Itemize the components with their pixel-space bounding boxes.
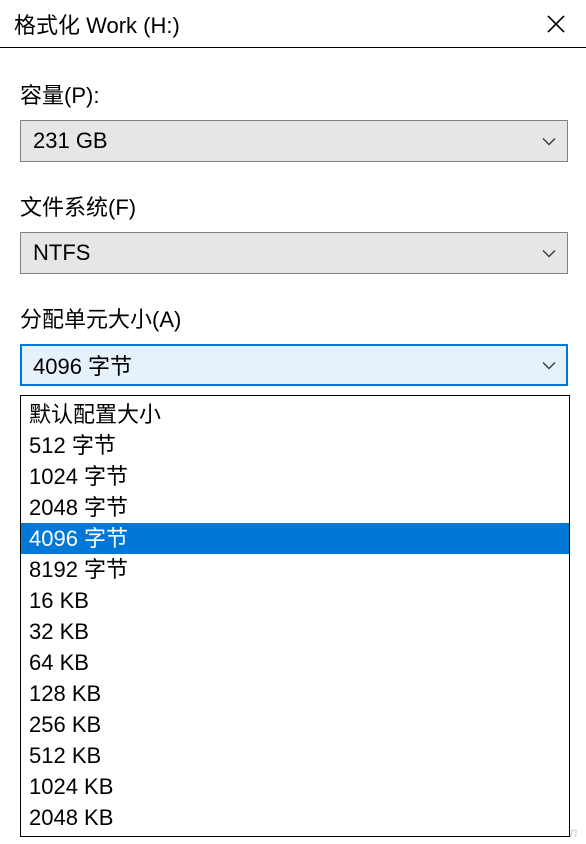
chevron-down-icon [541,135,557,147]
allocation-option[interactable]: 512 KB [21,740,569,771]
capacity-value: 231 GB [33,128,108,154]
window-title: 格式化 Work (H:) [14,8,180,40]
capacity-combobox[interactable]: 231 GB [20,120,568,162]
close-button[interactable] [536,4,576,44]
filesystem-combobox[interactable]: NTFS [20,232,568,274]
allocation-option[interactable]: 16 KB [21,585,569,616]
chevron-down-icon [541,247,557,259]
allocation-option[interactable]: 128 KB [21,678,569,709]
allocation-dropdown[interactable]: 默认配置大小512 字节1024 字节2048 字节4096 字节8192 字节… [20,395,570,837]
chevron-down-icon [541,359,557,371]
allocation-option[interactable]: 1024 字节 [21,461,569,492]
allocation-option[interactable]: 256 KB [21,709,569,740]
allocation-combobox[interactable]: 4096 字节 [20,344,568,386]
allocation-option[interactable]: 2048 字节 [21,492,569,523]
allocation-option[interactable]: 8192 字节 [21,554,569,585]
filesystem-label: 文件系统(F) [20,190,568,222]
allocation-option[interactable]: 4096 字节 [21,523,569,554]
allocation-option[interactable]: 1024 KB [21,771,569,802]
allocation-option[interactable]: 512 字节 [21,430,569,461]
close-icon [547,15,565,33]
dialog-content: 容量(P): 231 GB 文件系统(F) NTFS 分配单元大小(A) 409… [0,48,586,386]
allocation-option[interactable]: 2048 KB [21,802,569,833]
filesystem-field: 文件系统(F) NTFS [20,190,568,274]
titlebar: 格式化 Work (H:) [0,0,586,48]
allocation-option[interactable]: 64 KB [21,647,569,678]
filesystem-value: NTFS [33,240,90,266]
allocation-option[interactable]: 默认配置大小 [21,399,569,430]
allocation-label: 分配单元大小(A) [20,302,568,334]
allocation-field: 分配单元大小(A) 4096 字节 [20,302,568,386]
capacity-field: 容量(P): 231 GB [20,78,568,162]
allocation-value: 4096 字节 [33,349,132,381]
capacity-label: 容量(P): [20,78,568,110]
allocation-option[interactable]: 32 KB [21,616,569,647]
